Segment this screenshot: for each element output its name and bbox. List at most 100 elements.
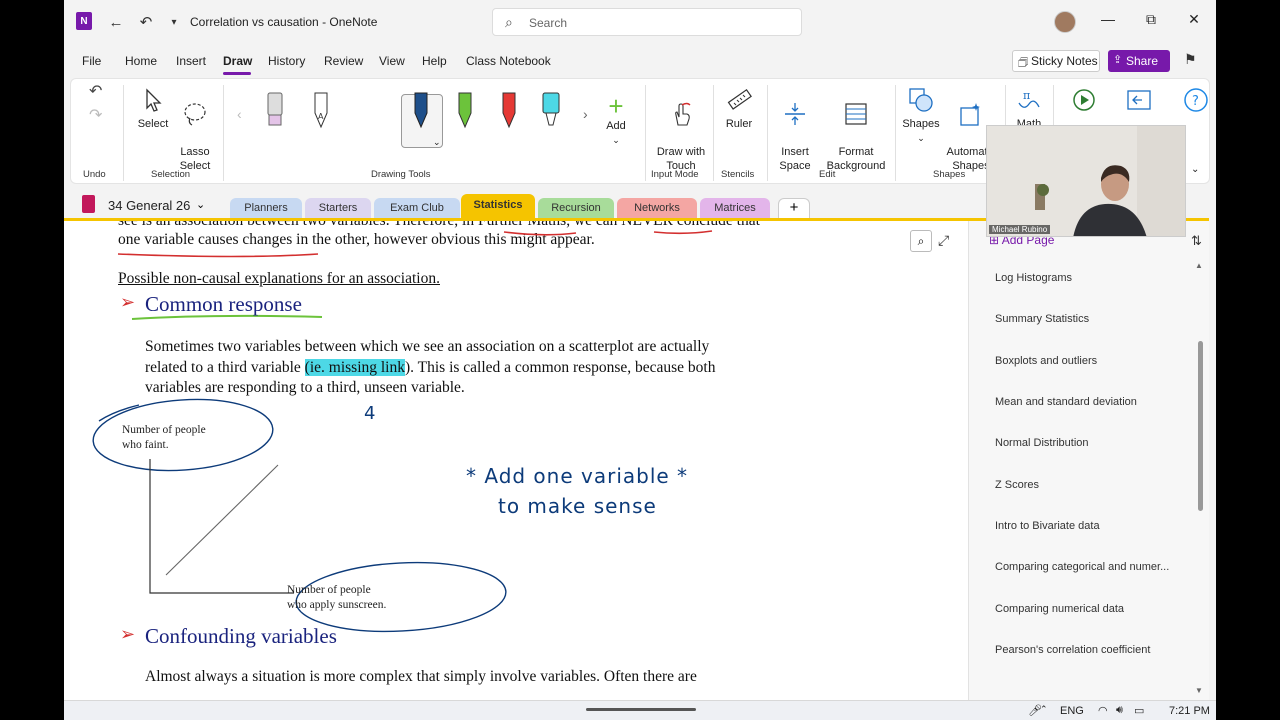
add-pen-button[interactable]: + Add ⌄	[601, 93, 631, 147]
ribbon-collapse-icon[interactable]: ⌄	[1191, 163, 1199, 177]
menu-draw[interactable]: Draw	[223, 54, 252, 68]
format-background-button[interactable]: Format Background	[823, 87, 889, 173]
undo-icon[interactable]: ↶	[136, 12, 156, 32]
tab-recursion[interactable]: Recursion	[538, 198, 614, 218]
maximize-icon[interactable]: ⧉	[1141, 11, 1161, 31]
handwritten-mark: 4	[364, 403, 377, 424]
separator	[713, 85, 714, 181]
group-shapes: Shapes	[933, 169, 966, 180]
ink-replay-button[interactable]	[1011, 87, 1095, 117]
page-item[interactable]: Log Histograms	[995, 272, 1072, 284]
menu-review[interactable]: Review	[324, 54, 363, 68]
highlighter-pen-icon[interactable]	[265, 91, 285, 135]
scroll-up-icon[interactable]: ▲	[1195, 261, 1203, 270]
menu-class-notebook[interactable]: Class Notebook	[466, 54, 551, 68]
tab-starters[interactable]: Starters	[305, 198, 371, 218]
wifi-icon[interactable]: ◠	[1098, 704, 1108, 717]
page-item[interactable]: Comparing numerical data	[995, 603, 1124, 615]
share-button[interactable]: ⇪ Share	[1108, 50, 1170, 72]
separator	[645, 85, 646, 181]
menu-history[interactable]: History	[268, 54, 305, 68]
sort-icon[interactable]: ⇅	[1191, 233, 1202, 249]
note-page[interactable]: see is an association between two variab…	[64, 221, 968, 700]
notebook-icon	[82, 195, 95, 213]
onenote-logo-icon: N	[76, 12, 92, 30]
add-section-button[interactable]: +	[778, 198, 810, 218]
pen-options-dropdown-icon[interactable]: ⌄	[433, 135, 441, 149]
menu-view[interactable]: View	[379, 54, 405, 68]
ink-to-text-button[interactable]	[1066, 87, 1151, 117]
lasso-select-button[interactable]: Lasso Select	[175, 87, 215, 173]
pen-red-icon[interactable]	[499, 91, 519, 135]
page-item[interactable]: Mean and standard deviation	[995, 396, 1137, 408]
pen-green-icon[interactable]	[455, 91, 475, 135]
menu-home[interactable]: Home	[125, 54, 157, 68]
page-search-icon[interactable]: ⌕	[910, 230, 932, 252]
scroll-left-icon[interactable]: ‹	[237, 107, 242, 121]
sticky-notes-label: Sticky Notes	[1031, 54, 1098, 68]
ruler-button[interactable]: Ruler	[719, 87, 759, 131]
tab-matrices[interactable]: Matrices	[700, 198, 770, 218]
page-item[interactable]: Summary Statistics	[995, 313, 1089, 325]
draw-with-touch-button[interactable]: Draw with Touch	[651, 87, 711, 173]
sticky-notes-button[interactable]: 🗇 Sticky Notes	[1012, 50, 1100, 72]
expand-icon[interactable]: ⤢	[938, 232, 949, 249]
touch-hand-icon	[675, 102, 691, 126]
user-avatar[interactable]	[1054, 11, 1076, 33]
page-item[interactable]: Normal Distribution	[995, 437, 1089, 449]
highlighter-cyan-icon[interactable]	[541, 91, 561, 135]
page-item[interactable]: Intro to Bivariate data	[995, 520, 1100, 532]
text-line-causes: one variable causes changes in the other…	[118, 231, 595, 248]
back-icon[interactable]: ←	[106, 12, 126, 32]
menu-insert[interactable]: Insert	[176, 54, 206, 68]
scroll-down-icon[interactable]: ▼	[1195, 686, 1203, 695]
heading-confounding-variables: Confounding variables	[145, 624, 337, 648]
scrollbar-thumb[interactable]	[1198, 341, 1203, 511]
tab-exam-club[interactable]: Exam Club	[374, 198, 460, 218]
graph-trend-line	[165, 464, 279, 576]
shapes-button[interactable]: Shapes ⌄	[901, 87, 941, 145]
feedback-icon[interactable]: ⚑	[1184, 51, 1197, 68]
automatic-shapes-icon	[960, 103, 980, 126]
tab-label: Matrices	[714, 202, 756, 214]
tab-planners[interactable]: Planners	[230, 198, 302, 218]
battery-icon[interactable]: ▭	[1134, 704, 1144, 717]
paragraph-line-partial: Almost always a situation is more comple…	[145, 668, 697, 685]
pen-blue-icon[interactable]	[411, 91, 431, 135]
page-item[interactable]: Pearson's correlation coefficient	[995, 644, 1150, 656]
heading-common-response: Common response	[145, 292, 302, 316]
tab-label: Networks	[634, 202, 680, 214]
minimize-icon[interactable]: —	[1098, 11, 1118, 31]
language-indicator[interactable]: ENG	[1060, 705, 1084, 717]
quick-access-dropdown-icon[interactable]: ▾	[164, 12, 184, 32]
clock[interactable]: 7:21 PM	[1169, 705, 1210, 717]
scroll-right-icon[interactable]: ›	[583, 107, 588, 121]
separator	[223, 85, 224, 181]
menu-help[interactable]: Help	[422, 54, 447, 68]
undo-icon[interactable]: ↶	[89, 84, 102, 100]
notebook-name[interactable]: 34 General 26	[108, 198, 190, 213]
paragraph-line-3: variables are responding to a third, uns…	[145, 379, 465, 396]
select-button[interactable]: Select	[133, 87, 173, 131]
plus-icon: +	[608, 91, 624, 121]
page-item[interactable]: Z Scores	[995, 479, 1039, 491]
tab-networks[interactable]: Networks	[617, 198, 697, 218]
active-tab-indicator	[223, 72, 251, 75]
page-item[interactable]: Comparing categorical and numer...	[995, 561, 1169, 573]
chevron-down-icon[interactable]: ⌄	[196, 198, 205, 211]
pages-panel: ⊞ Add Page ⇅ Log Histograms Summary Stat…	[968, 221, 1209, 700]
redo-icon[interactable]: ↷	[89, 108, 102, 124]
page-item[interactable]: Boxplots and outliers	[995, 355, 1097, 367]
chevron-up-icon[interactable]: ⌃	[1040, 704, 1048, 715]
pen-white-icon[interactable]: A	[311, 91, 331, 135]
insert-space-button[interactable]: Insert Space	[773, 87, 817, 173]
tab-statistics[interactable]: Statistics	[461, 194, 535, 218]
close-icon[interactable]: ✕	[1184, 11, 1204, 31]
search-icon: ⌕	[505, 14, 513, 30]
search-box[interactable]: ⌕ Search	[492, 8, 802, 36]
help-button[interactable]: ?	[1123, 87, 1208, 117]
format-background-icon	[845, 103, 867, 125]
help-icon: ?	[1184, 88, 1208, 112]
menu-file[interactable]: File	[82, 54, 101, 68]
volume-icon[interactable]: 🔊︎	[1116, 704, 1123, 717]
